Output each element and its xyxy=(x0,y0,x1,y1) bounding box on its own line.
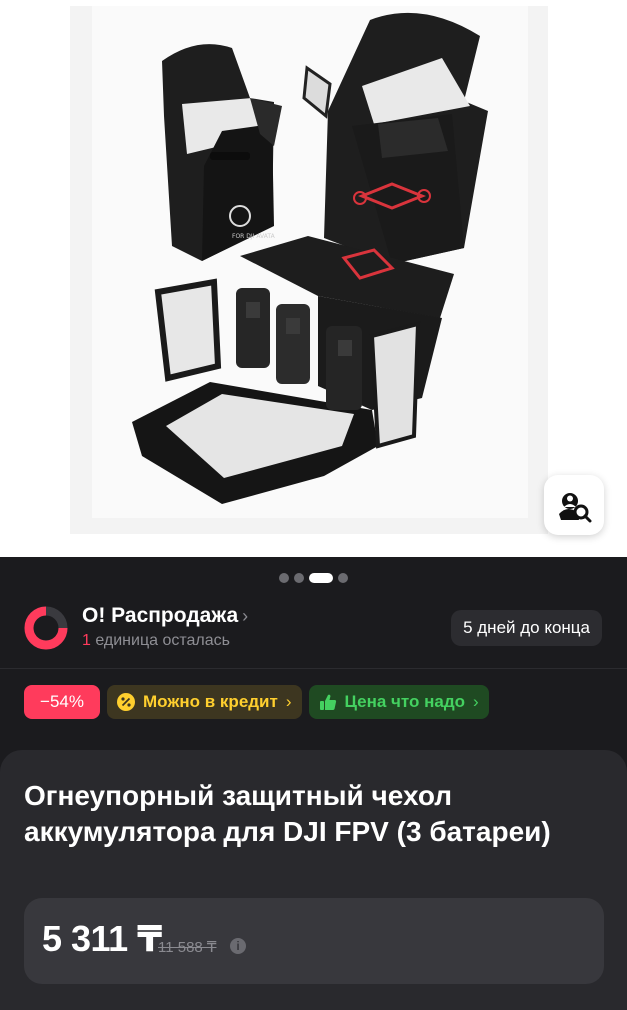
stock-remaining: 1 единица осталась xyxy=(82,632,230,649)
credit-badge[interactable]: Можно в кредит › xyxy=(107,685,302,719)
sale-block[interactable]: О! Распродажа › 1 единица осталась 5 дней… xyxy=(22,600,602,654)
product-title: Огнеупорный защитный чехол аккумулятора … xyxy=(24,780,551,847)
gallery-pagination xyxy=(0,573,627,583)
pagination-dot-active[interactable] xyxy=(309,573,333,583)
svg-text:FOR DJI AVATA: FOR DJI AVATA xyxy=(232,233,276,240)
sale-timer-badge: 5 дней до конца xyxy=(451,610,602,646)
info-icon[interactable]: i xyxy=(230,938,246,954)
price-box: 5 311 ₸ 11 588 ₸ i xyxy=(24,898,604,984)
photo-backdrop: FOR DJI AVATA xyxy=(92,6,528,518)
battery-bags-illustration: FOR DJI AVATA xyxy=(132,12,488,504)
sale-title[interactable]: О! Распродажа › xyxy=(82,604,248,628)
chevron-right-icon: › xyxy=(242,606,249,626)
visual-search-icon xyxy=(557,488,592,523)
promo-badges: −54% Можно в кредит › Цена что надо › xyxy=(24,685,489,719)
old-price: 11 588 ₸ xyxy=(158,939,217,956)
current-price: 5 311 ₸ xyxy=(42,918,162,959)
credit-label: Можно в кредит xyxy=(143,692,278,711)
percent-coin-icon xyxy=(117,693,135,711)
pagination-dot[interactable] xyxy=(279,573,289,583)
pagination-dot[interactable] xyxy=(294,573,304,583)
thumbs-up-icon xyxy=(319,693,337,711)
image-search-button[interactable] xyxy=(544,475,604,535)
pagination-dot[interactable] xyxy=(338,573,348,583)
good-price-badge[interactable]: Цена что надо › xyxy=(308,685,489,719)
divider xyxy=(0,668,627,669)
product-photo[interactable]: FOR DJI AVATA xyxy=(70,6,548,534)
chevron-right-icon: › xyxy=(285,692,292,711)
product-gallery[interactable]: FOR DJI AVATA xyxy=(0,0,627,557)
sale-ring-icon xyxy=(24,606,68,650)
discount-badge: −54% xyxy=(24,685,100,719)
good-price-label: Цена что надо xyxy=(344,692,466,711)
chevron-right-icon: › xyxy=(473,692,479,711)
